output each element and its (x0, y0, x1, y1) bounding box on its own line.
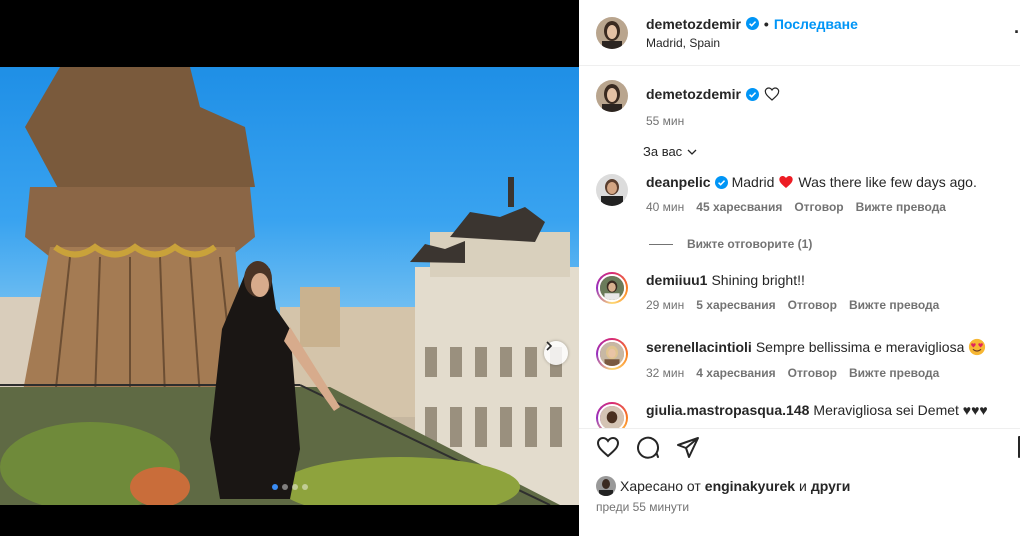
share-icon[interactable] (676, 435, 700, 459)
post-media (0, 0, 579, 536)
view-replies-label: Вижте отговорите (1) (687, 237, 813, 251)
comment-username[interactable]: serenellacintioli (646, 339, 752, 355)
translate-button[interactable]: Вижте превода (849, 298, 939, 312)
liked-by-conj: и (799, 478, 807, 494)
carousel-dot (301, 484, 308, 490)
liked-by-prefix: Харесано от (620, 478, 701, 494)
commenter-avatar[interactable] (596, 402, 628, 428)
comment-time: 32 мин (646, 366, 685, 380)
comment-username[interactable]: giulia.mastropasqua.148 (646, 402, 809, 418)
reply-button[interactable]: Отговор (794, 200, 843, 214)
comment-likes[interactable]: 4 харесвания (696, 366, 775, 380)
comment-text: Meravigliosa sei Demet ♥♥♥ (813, 402, 988, 418)
comment-icon[interactable] (636, 435, 660, 459)
replies-divider (649, 243, 673, 245)
post-header: demetozdemir • Последване Madrid, Spain … (579, 0, 1020, 66)
separator-dot: • (763, 15, 769, 32)
header-text: demetozdemir • Последване Madrid, Spain (646, 16, 858, 50)
post-location[interactable]: Madrid, Spain (646, 36, 858, 50)
author-username[interactable]: demetozdemir (646, 16, 741, 32)
reply-button[interactable]: Отговор (788, 366, 837, 380)
post-panel: demetozdemir • Последване Madrid, Spain … (579, 0, 1020, 536)
post-actions-footer: Харесано от enginakyurek и други преди 5… (579, 428, 1020, 536)
liked-by-line: Харесано от enginakyurek и други (596, 476, 854, 496)
liked-by-others[interactable]: други (811, 478, 850, 494)
verified-badge-icon (714, 175, 728, 189)
post-caption: demetozdemir 55 мин (596, 80, 780, 128)
comment-text: Madrid (731, 174, 775, 190)
comment-username[interactable]: deanpelic (646, 174, 711, 190)
action-bar (596, 435, 700, 459)
verified-badge-icon (745, 87, 759, 101)
chevron-right-icon (546, 341, 553, 351)
carousel-next-button[interactable] (544, 341, 568, 365)
liked-by-user[interactable]: enginakyurek (705, 478, 795, 494)
comment-item: serenellacintioli Sempre bellissima e me… (596, 338, 986, 380)
liker-avatar[interactable] (596, 476, 616, 496)
heart-icon[interactable] (764, 86, 780, 102)
verified-badge-icon (745, 17, 759, 30)
caption-text: demetozdemir 55 мин (646, 80, 780, 128)
bookmark-icon[interactable] (1014, 435, 1020, 459)
post-timestamp[interactable]: преди 55 минути (596, 500, 689, 514)
comments-section: demetozdemir 55 мин За вас deanpelic Mad… (579, 66, 1020, 428)
comment-text: Sempre bellissima e meravigliosa (755, 339, 965, 355)
commenter-avatar[interactable] (596, 272, 628, 304)
comment-item: demiiuu1 Shining bright!! 29 мин 5 харес… (596, 272, 939, 312)
comment-text: Shining bright!! (711, 272, 805, 288)
comment-likes[interactable]: 45 харесвания (696, 200, 782, 214)
more-options-icon[interactable]: · (1014, 22, 1020, 43)
comment-item: giulia.mastropasqua.148 Meravigliosa sei… (596, 402, 988, 428)
carousel-dots (0, 484, 579, 490)
caption-username[interactable]: demetozdemir (646, 86, 741, 102)
carousel-dot (291, 484, 298, 490)
commenter-avatar[interactable] (596, 338, 628, 370)
caption-avatar[interactable] (596, 80, 628, 112)
chevron-down-icon (687, 149, 697, 155)
red-heart-emoji-icon (779, 176, 794, 188)
heart-eyes-emoji-icon (969, 338, 986, 356)
author-avatar[interactable] (596, 16, 628, 49)
comment-text: Was there like few days ago. (798, 174, 977, 190)
comments-filter-label: За вас (643, 144, 683, 159)
comment-time: 40 мин (646, 200, 685, 214)
post-photo[interactable] (0, 67, 579, 505)
commenter-avatar[interactable] (596, 174, 628, 206)
caption-time: 55 мин (646, 114, 685, 128)
translate-button[interactable]: Вижте превода (856, 200, 946, 214)
carousel-dot (271, 484, 278, 490)
heart-icon[interactable] (596, 435, 620, 459)
follow-button[interactable]: Последване (774, 16, 858, 32)
comment-item: deanpelic Madrid Was there like few days… (596, 174, 977, 214)
comment-time: 29 мин (646, 298, 685, 312)
comment-likes[interactable]: 5 харесвания (696, 298, 775, 312)
comments-filter-dropdown[interactable]: За вас (643, 144, 698, 159)
reply-button[interactable]: Отговор (788, 298, 837, 312)
view-replies-button[interactable]: Вижте отговорите (1) (649, 237, 812, 251)
translate-button[interactable]: Вижте превода (849, 366, 939, 380)
comment-username[interactable]: demiiuu1 (646, 272, 707, 288)
carousel-dot (281, 484, 288, 490)
